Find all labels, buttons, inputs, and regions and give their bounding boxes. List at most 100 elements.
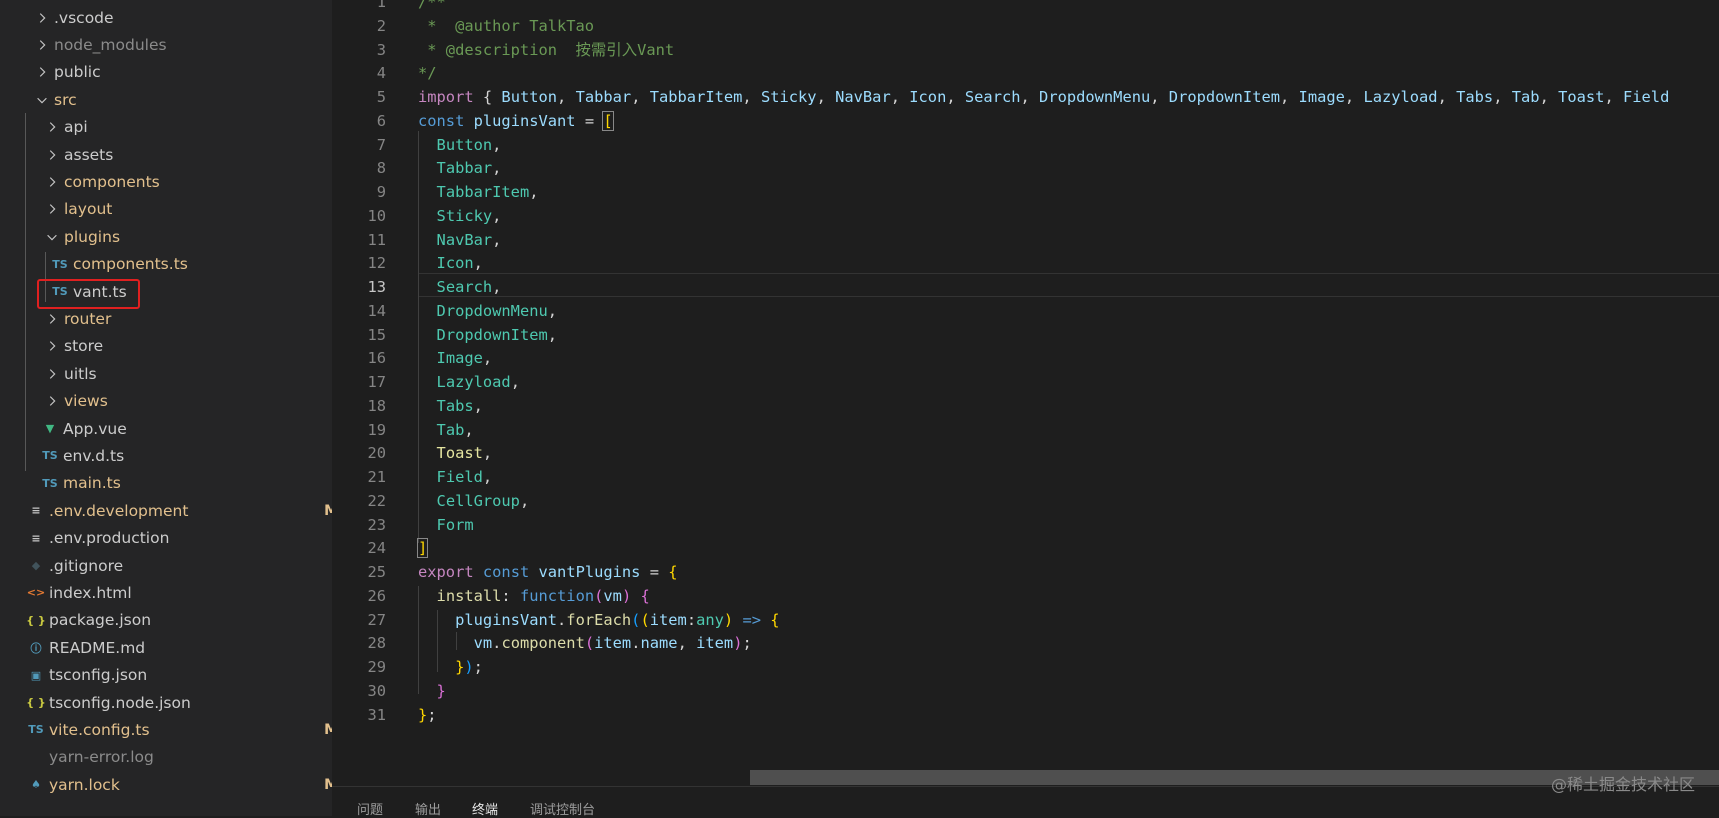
code-line[interactable]: 15 DropdownItem,	[332, 324, 1719, 348]
code-line[interactable]: 26 install: function(vm) {	[332, 585, 1719, 609]
tree-item-gitignore[interactable]: ◆ .gitignore	[0, 552, 332, 579]
tree-item-index-html[interactable]: <> index.html	[0, 579, 332, 606]
code-token: ,	[677, 634, 697, 653]
code-line[interactable]: 29 });	[332, 656, 1719, 680]
code-token: Image	[1298, 88, 1345, 106]
tree-item-label: App.vue	[63, 419, 127, 438]
code-line[interactable]: 17 Lazyload,	[332, 371, 1719, 395]
code-token: pluginsVant	[455, 610, 558, 629]
line-number: 26	[367, 586, 386, 605]
code-line[interactable]: 14 DropdownMenu,	[332, 300, 1719, 324]
tree-item-label: api	[64, 118, 88, 137]
code-token: ,	[946, 88, 965, 106]
tab-terminal[interactable]: 终端	[472, 799, 498, 818]
code-token: item	[594, 634, 632, 653]
tree-item-tsconfig-node-json[interactable]: { } tsconfig.node.json	[0, 689, 332, 716]
code-token: Button	[501, 88, 558, 106]
tree-item-vscode[interactable]: .vscode	[0, 4, 332, 31]
code-line[interactable]: 30 }	[332, 680, 1719, 704]
tree-item-api[interactable]: api	[0, 114, 332, 141]
code-line[interactable]: 25 export const vantPlugins = {	[332, 561, 1719, 585]
code-line[interactable]: 1 /**	[332, 0, 1719, 15]
code-token: [	[602, 110, 614, 131]
code-token: vm	[603, 586, 622, 605]
code-token: {	[473, 88, 502, 106]
code-text: pluginsVant.forEach((item:any) => {	[418, 609, 780, 633]
tree-item-public[interactable]: public	[0, 59, 332, 86]
code-token: forEach	[566, 610, 632, 629]
tree-item-label: views	[64, 392, 108, 411]
code-line[interactable]: 7 Button,	[332, 134, 1719, 158]
code-line[interactable]: 28 vm.component(item.name, item);	[332, 632, 1719, 656]
code-token: DropdownMenu	[1039, 88, 1151, 106]
tree-item-label: tsconfig.json	[49, 666, 148, 685]
tree-item-readme-md[interactable]: ⓘ README.md	[0, 634, 332, 661]
code-token: ,	[482, 444, 493, 463]
chevron-down-icon	[44, 229, 60, 245]
code-line[interactable]: 20 Toast,	[332, 442, 1719, 466]
code-token: Form	[436, 515, 474, 534]
code-token: (	[640, 610, 650, 629]
code-line[interactable]: 8 Tabbar,	[332, 157, 1719, 181]
code-line[interactable]: 27 pluginsVant.forEach((item:any) => {	[332, 609, 1719, 633]
tree-item-app-vue[interactable]: ▼ App.vue	[0, 415, 332, 442]
code-line[interactable]: 16 Image,	[332, 347, 1719, 371]
line-number: 21	[367, 468, 386, 486]
tree-item-views[interactable]: views	[0, 388, 332, 415]
code-text: TabbarItem,	[418, 181, 539, 205]
code-line[interactable]: 5 import { Button, Tabbar, TabbarItem, St…	[332, 86, 1719, 110]
tree-item-store[interactable]: store	[0, 333, 332, 360]
code-line[interactable]: 11 NavBar,	[332, 229, 1719, 253]
line-number: 3	[376, 40, 386, 59]
tree-item-env-development[interactable]: ≡ .env.development M	[0, 497, 332, 524]
code-text: ]	[416, 537, 429, 561]
code-token: Tabbar	[575, 88, 632, 106]
code-line[interactable]: 18 Tabs,	[332, 395, 1719, 419]
code-token: ,	[482, 468, 493, 486]
code-token: =>	[742, 610, 762, 629]
code-line[interactable]: 4 */	[332, 62, 1719, 86]
tab-problems[interactable]: 问题	[357, 799, 383, 818]
tab-debug-console[interactable]: 调试控制台	[530, 799, 595, 818]
code-line[interactable]: 6 const pluginsVant = [	[332, 110, 1719, 134]
code-line[interactable]: 12 Icon,	[332, 252, 1719, 276]
code-line[interactable]: 19 Tab,	[332, 419, 1719, 443]
code-line[interactable]: 24]	[332, 537, 1719, 561]
code-line[interactable]: 2 * @author TalkTao	[332, 15, 1719, 39]
tree-item-assets[interactable]: assets	[0, 141, 332, 168]
tree-item-router[interactable]: router	[0, 305, 332, 332]
line-number: 15	[367, 325, 386, 344]
code-line[interactable]: 23 Form	[332, 514, 1719, 538]
tree-item-env-production[interactable]: ≡ .env.production	[0, 525, 332, 552]
code-line[interactable]: 13 Search,	[332, 276, 1719, 300]
tree-item-package-json[interactable]: { } package.json	[0, 607, 332, 634]
tree-item-uitls[interactable]: uitls	[0, 360, 332, 387]
tree-item-components-ts[interactable]: TScomponents.tsM	[0, 251, 332, 278]
code-text: Icon,	[418, 252, 483, 276]
code-line[interactable]: 22 CellGroup,	[332, 490, 1719, 514]
tree-item-tsconfig-json[interactable]: ▣ tsconfig.json	[0, 662, 332, 689]
tree-item-main-ts[interactable]: TSmain.tsM	[0, 470, 332, 497]
tree-item-plugins[interactable]: plugins	[0, 223, 332, 250]
tree-item-components[interactable]: components	[0, 168, 332, 195]
code-editor[interactable]: 1/** 2 * @author TalkTao 3 * @description …	[332, 0, 1719, 786]
code-text: vm.component(item.name, item);	[418, 632, 752, 656]
tree-item-yarn-lock[interactable]: ♠ yarn.lock M	[0, 771, 332, 798]
code-line[interactable]: 10 Sticky,	[332, 205, 1719, 229]
code-token: {	[668, 563, 678, 581]
code-token: vm	[473, 634, 493, 653]
code-token: =	[575, 111, 604, 130]
code-text: * @author TalkTao	[418, 15, 594, 39]
tree-item-layout[interactable]: layout	[0, 196, 332, 223]
tree-item-node-modules[interactable]: node_modules	[0, 31, 332, 58]
code-line[interactable]: 3 * @description 按需引入Vant	[332, 39, 1719, 63]
tree-item-yarn-error-log[interactable]: yarn-error.log	[0, 744, 332, 771]
code-line[interactable]: 21 Field,	[332, 466, 1719, 490]
tree-item-src[interactable]: src	[0, 86, 332, 113]
code-line[interactable]: 9 TabbarItem,	[332, 181, 1719, 205]
tree-item-vite-config-ts[interactable]: TS vite.config.ts M	[0, 716, 332, 743]
code-line[interactable]: 31};	[332, 704, 1719, 728]
tree-item-env-d-ts[interactable]: TS env.d.ts	[0, 442, 332, 469]
tab-output[interactable]: 输出	[415, 799, 441, 818]
tree-item-label: env.d.ts	[63, 446, 125, 465]
